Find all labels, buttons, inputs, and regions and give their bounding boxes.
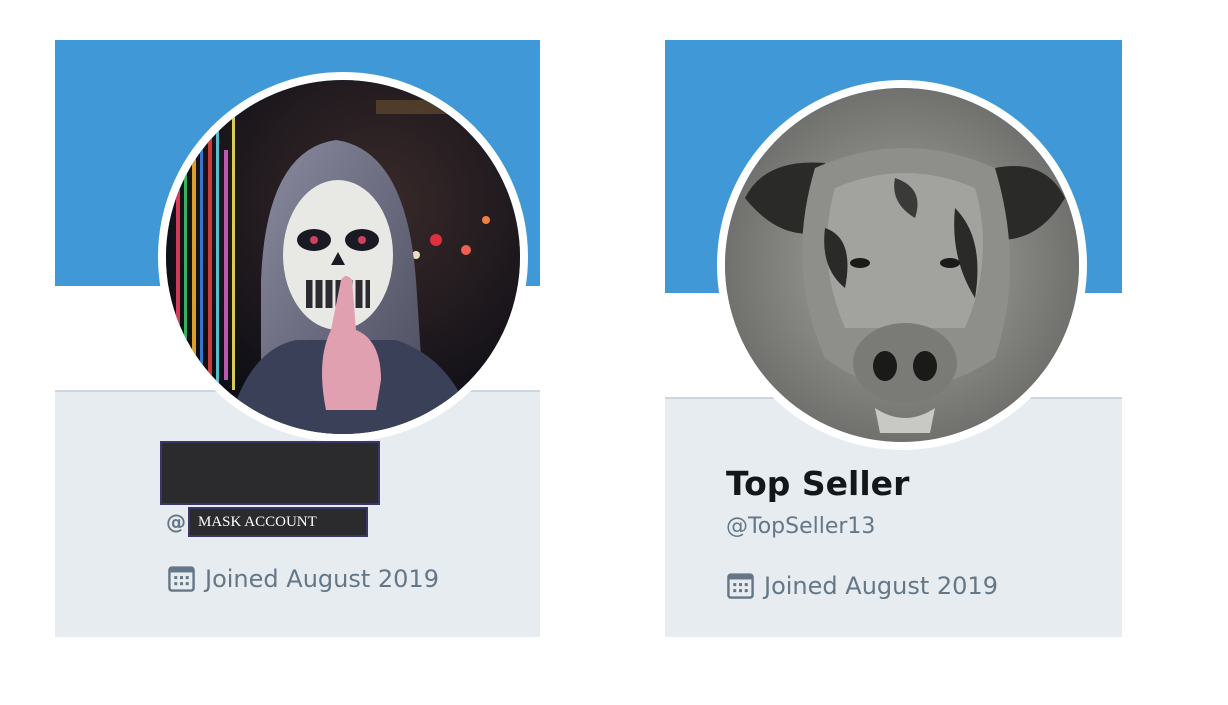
avatar[interactable] [158, 72, 528, 442]
redacted-display-name [160, 441, 380, 505]
avatar[interactable] [717, 80, 1087, 450]
handle-prefix: @ [166, 510, 186, 534]
calendar-icon [727, 573, 754, 599]
joined-text: Joined August 2019 [764, 571, 998, 600]
joined-date: Joined August 2019 [726, 571, 998, 600]
profile-card-top-seller: Top Seller @TopSeller13 Joined August 20… [665, 40, 1122, 637]
joined-text: Joined August 2019 [205, 564, 439, 593]
profile-comparison: @ MASK ACCOUNT Joined August 2019 Top Se… [0, 0, 1228, 705]
calendar-icon [168, 566, 195, 592]
handle[interactable]: @TopSeller13 [726, 514, 875, 539]
joined-date: Joined August 2019 [167, 564, 439, 593]
profile-card-mask-account: @ MASK ACCOUNT Joined August 2019 [55, 40, 540, 637]
hooded-skull-mask-avatar-icon [166, 80, 520, 434]
display-name: Top Seller [726, 464, 910, 503]
redaction-label: MASK ACCOUNT [188, 507, 368, 537]
pig-mask-avatar-icon [725, 88, 1079, 442]
